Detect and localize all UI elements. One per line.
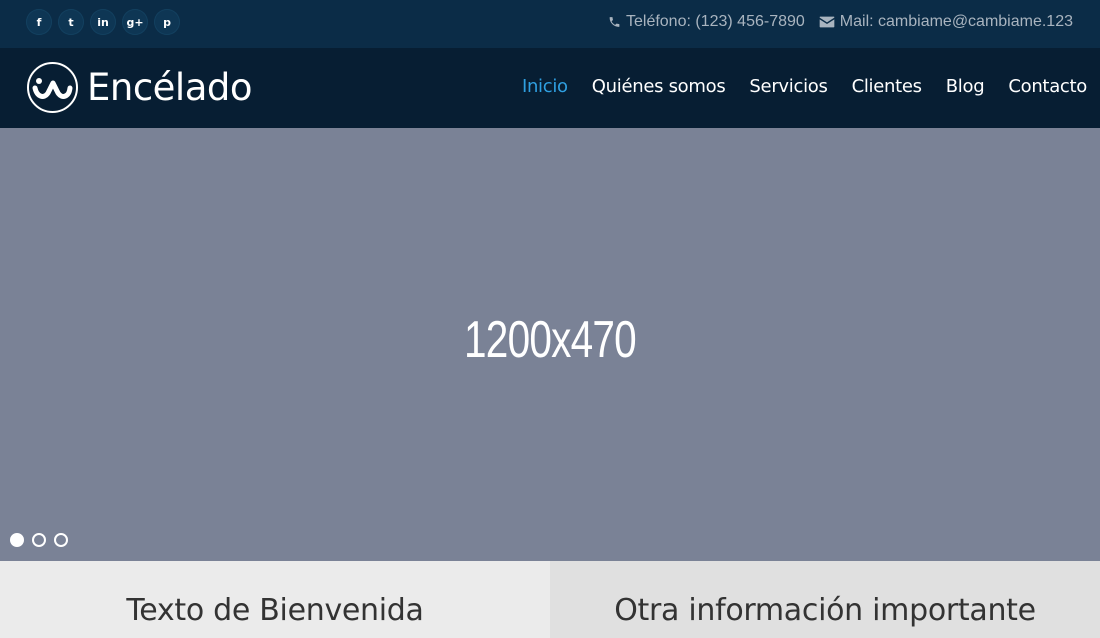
logo-text: Encélado	[87, 66, 253, 109]
slider-dot-3[interactable]	[54, 533, 68, 547]
welcome-panel: Texto de Bienvenida	[0, 561, 550, 638]
welcome-title: Texto de Bienvenida	[126, 593, 424, 628]
google-plus-icon[interactable]: g+	[122, 9, 148, 35]
slider-dot-1[interactable]	[10, 533, 24, 547]
mail-text: Mail: cambiame@cambiame.123	[839, 13, 1073, 30]
phone-text: Teléfono: (123) 456-7890	[625, 13, 805, 30]
slider-pagination	[10, 533, 68, 547]
logo-mark-icon	[27, 62, 78, 113]
nav-item-contacto[interactable]: Contacto	[1008, 76, 1087, 98]
phone-info: Teléfono: (123) 456-7890	[608, 12, 805, 32]
twitter-icon[interactable]: t	[58, 9, 84, 35]
linkedin-icon[interactable]: in	[90, 9, 116, 35]
slide-placeholder-text: 1200x470	[464, 311, 637, 369]
phone-icon	[608, 15, 621, 29]
info-panels: Texto de Bienvenida Otra información imp…	[0, 561, 1100, 638]
nav-item-blog[interactable]: Blog	[946, 76, 985, 98]
main-nav: Inicio Quiénes somos Servicios Clientes …	[498, 76, 1087, 98]
nav-item-servicios[interactable]: Servicios	[749, 76, 827, 98]
contact-info: Teléfono: (123) 456-7890 Mail: cambiame@…	[608, 12, 1073, 32]
logo[interactable]: Encélado	[26, 61, 253, 114]
top-bar: f t in g+ p Teléfono: (123) 456-7890 Mai…	[0, 0, 1100, 48]
pinterest-icon[interactable]: p	[154, 9, 180, 35]
important-info-title: Otra información importante	[614, 593, 1036, 628]
slider-dot-2[interactable]	[32, 533, 46, 547]
envelope-icon	[819, 15, 835, 29]
nav-item-clientes[interactable]: Clientes	[852, 76, 922, 98]
important-info-panel: Otra información importante	[550, 561, 1100, 638]
nav-item-quienes-somos[interactable]: Quiénes somos	[592, 76, 726, 98]
facebook-icon[interactable]: f	[26, 9, 52, 35]
social-links: f t in g+ p	[26, 9, 180, 35]
hero-slider[interactable]: 1200x470	[0, 128, 1100, 561]
nav-item-inicio[interactable]: Inicio	[522, 76, 568, 98]
main-header: Encélado Inicio Quiénes somos Servicios …	[0, 48, 1100, 128]
mail-info[interactable]: Mail: cambiame@cambiame.123	[819, 12, 1073, 32]
